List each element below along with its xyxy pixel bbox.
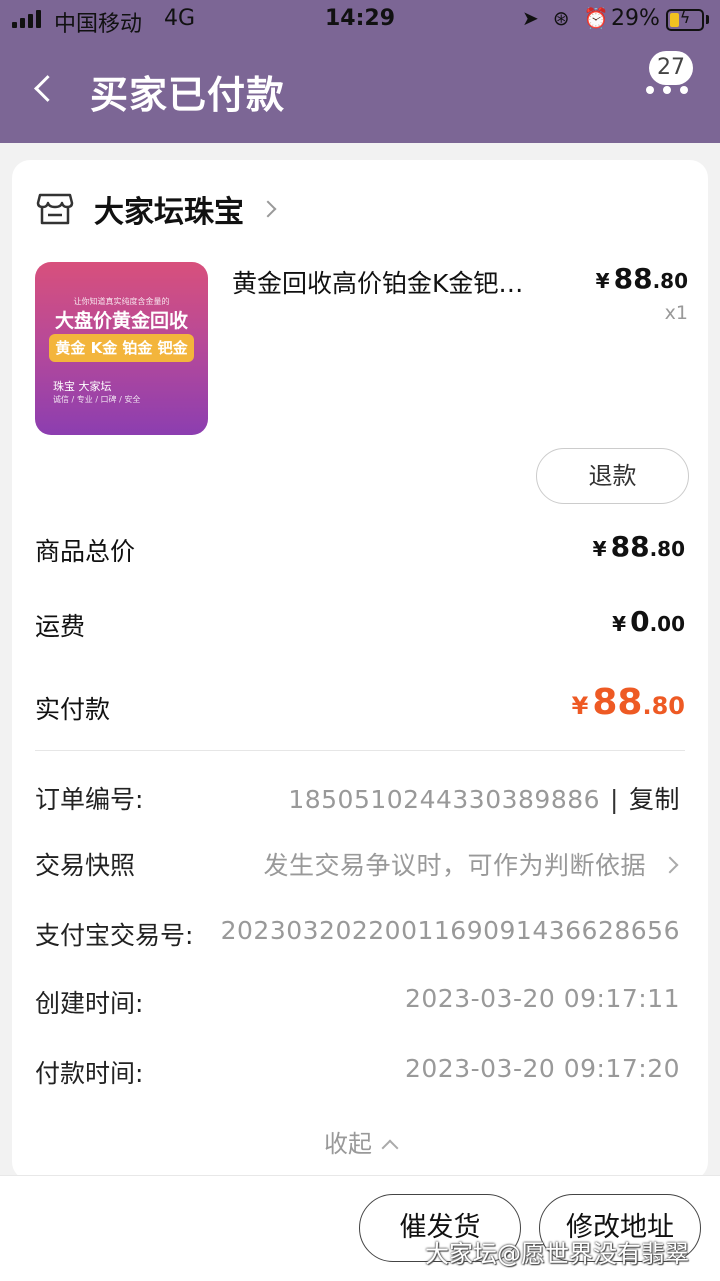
image-text-tag: 黄金 K金 铂金 钯金 — [49, 334, 194, 362]
alipay-number-row: 支付宝交易号: 2023032022001169091436628656 — [35, 916, 680, 956]
goods-total-row: 商品总价 ¥88.80 — [35, 530, 685, 572]
paid-time-row: 付款时间: 2023-03-20 09:17:20 — [35, 1054, 680, 1094]
shipping-label: 运费 — [35, 612, 86, 641]
goods-total-label: 商品总价 — [35, 537, 136, 566]
shipping-value: ¥0.00 — [612, 605, 685, 638]
product-title[interactable]: 黄金回收高价铂金K金钯… — [232, 264, 562, 300]
more-dots-icon — [646, 86, 688, 94]
currency-symbol: ¥ — [571, 692, 589, 720]
price-integer: 88 — [613, 262, 653, 295]
snapshot-label: 交易快照 — [35, 851, 136, 880]
chevron-right-icon — [259, 200, 277, 218]
alipay-number: 2023032022001169091436628656 — [220, 916, 680, 945]
snapshot-row[interactable]: 交易快照 发生交易争议时，可作为判断依据 — [35, 846, 680, 886]
charging-icon: ϟ — [679, 8, 691, 27]
order-number-value-group: 1850510244330389886 | 复制 — [288, 780, 680, 816]
divider — [35, 750, 685, 751]
order-number-label: 订单编号: — [35, 785, 144, 814]
product-price: ¥88.80 — [596, 262, 688, 295]
status-bar: 中国移动 4G 14:29 ➤ ⊛ ⏰ 29% ϟ — [0, 0, 720, 40]
top-bar: 中国移动 4G 14:29 ➤ ⊛ ⏰ 29% ϟ 买家已付款 — [0, 0, 720, 143]
copy-button[interactable]: 复制 — [629, 785, 680, 814]
image-text-brand: 珠宝 大家坛 — [53, 380, 112, 393]
paid-amount-label: 实付款 — [35, 695, 111, 724]
snapshot-hint: 发生交易争议时，可作为判断依据 — [263, 851, 646, 880]
status-icons: ➤ ⊛ ⏰ — [522, 6, 608, 30]
paid-time: 2023-03-20 09:17:20 — [404, 1054, 680, 1083]
battery-icon: ϟ — [666, 8, 704, 31]
goods-total-value: ¥88.80 — [593, 530, 685, 563]
paid-time-label: 付款时间: — [35, 1059, 144, 1088]
separator: | — [610, 785, 619, 814]
snapshot-value-group: 发生交易争议时，可作为判断依据 — [263, 846, 680, 882]
order-number: 1850510244330389886 — [288, 785, 601, 814]
image-text-slogan: 诚信 / 专业 / 口碑 / 安全 — [53, 395, 141, 404]
battery-percent: 29% — [611, 6, 660, 31]
image-text-headline: 大盘价黄金回收 — [54, 310, 188, 332]
product-image[interactable]: 让你知道真实纯度含金量的 大盘价黄金回收 黄金 K金 铂金 钯金 珠宝 大家坛 … — [35, 262, 208, 435]
alarm-icon: ⏰ — [583, 6, 609, 30]
price-decimal: .80 — [649, 537, 685, 561]
chevron-right-icon — [661, 856, 679, 874]
currency-symbol: ¥ — [612, 612, 627, 636]
paid-amount-value: ¥88.80 — [572, 682, 685, 723]
currency-symbol: ¥ — [595, 269, 610, 293]
order-number-row: 订单编号: 1850510244330389886 | 复制 — [35, 780, 680, 820]
rotation-lock-icon: ⊛ — [552, 6, 570, 30]
currency-symbol: ¥ — [592, 537, 607, 561]
refund-button[interactable]: 退款 — [536, 448, 689, 504]
shop-link[interactable]: 大家坛珠宝 — [36, 186, 277, 232]
price-decimal: .80 — [642, 692, 685, 720]
price-decimal: .80 — [652, 269, 688, 293]
collapse-label: 收起 — [324, 1130, 372, 1158]
created-time-row: 创建时间: 2023-03-20 09:17:11 — [35, 984, 680, 1024]
message-count-badge: 27 — [649, 51, 693, 85]
shipping-row: 运费 ¥0.00 — [35, 605, 685, 647]
order-card: 大家坛珠宝 让你知道真实纯度含金量的 大盘价黄金回收 黄金 K金 铂金 钯金 珠… — [12, 160, 708, 1180]
page-title: 买家已付款 — [90, 73, 286, 117]
paid-amount-row: 实付款 ¥88.80 — [35, 682, 685, 730]
price-integer: 88 — [592, 682, 643, 723]
alipay-number-label: 支付宝交易号: — [35, 921, 194, 950]
price-integer: 88 — [610, 530, 650, 563]
created-time-label: 创建时间: — [35, 989, 144, 1018]
collapse-button[interactable]: 收起 — [12, 1124, 708, 1159]
watermark: 大家坛@愿世界没有翡翠 — [425, 1240, 689, 1268]
price-integer: 0 — [630, 605, 650, 638]
shop-name: 大家坛珠宝 — [94, 195, 244, 230]
chevron-up-icon — [381, 1139, 399, 1157]
store-icon — [36, 191, 74, 227]
nav-header: 买家已付款 — [0, 40, 720, 143]
location-icon: ➤ — [522, 6, 539, 30]
product-quantity: x1 — [664, 302, 688, 324]
back-button[interactable] — [26, 70, 62, 110]
created-time: 2023-03-20 09:17:11 — [404, 984, 680, 1013]
price-decimal: .00 — [649, 612, 685, 636]
